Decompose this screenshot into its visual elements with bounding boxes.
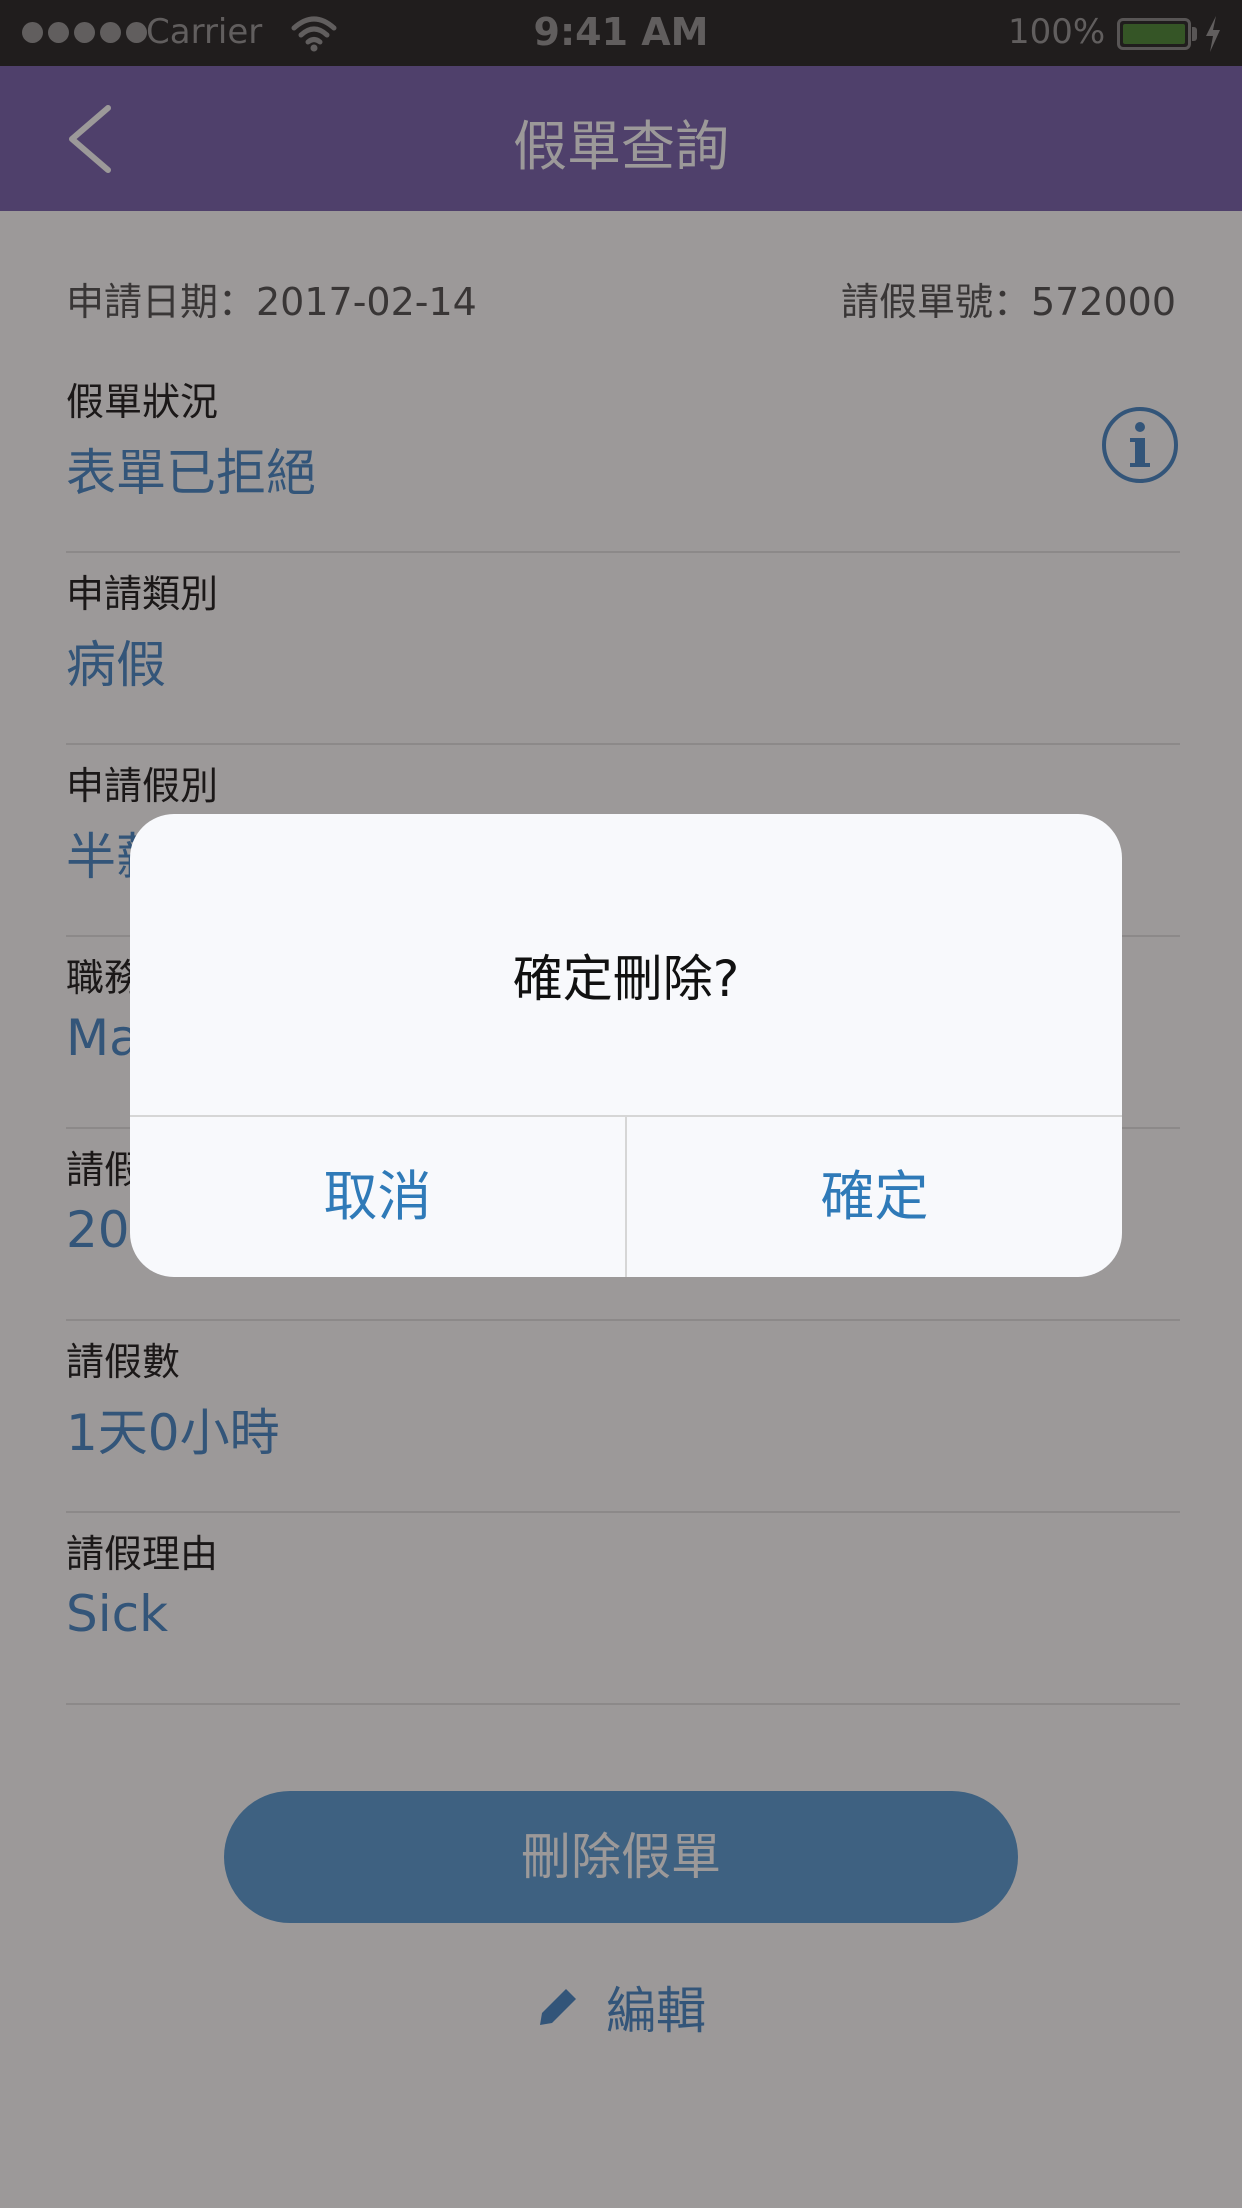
confirm-delete-dialog: 確定刪除? 取消 確定 (130, 814, 1122, 1277)
confirm-button[interactable]: 確定 (627, 1117, 1122, 1277)
cancel-button[interactable]: 取消 (130, 1117, 625, 1277)
dialog-message: 確定刪除? (512, 950, 740, 1008)
